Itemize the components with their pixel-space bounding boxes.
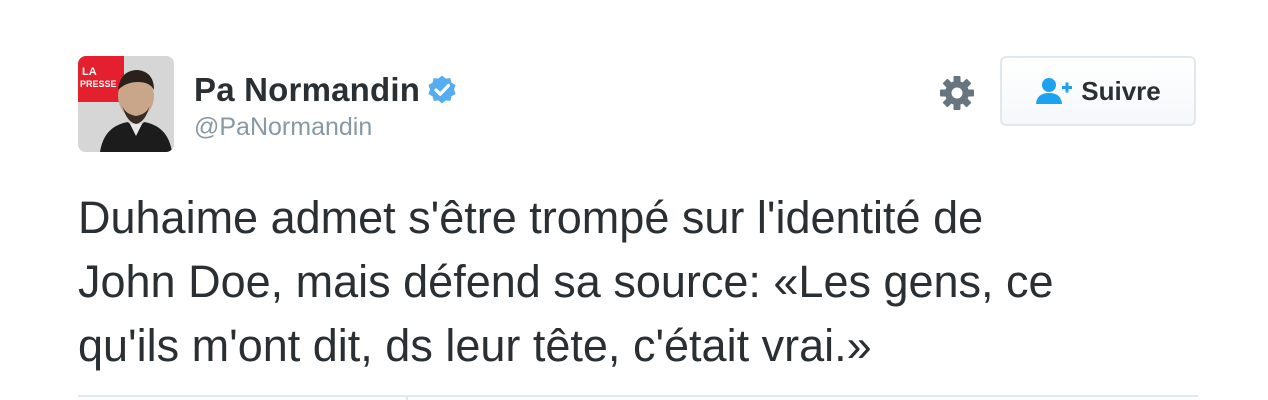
badge-text-line2: PRESSE (80, 79, 117, 89)
tweet-text: Duhaime admet s'être trompé sur l'identi… (78, 186, 1238, 378)
follow-button[interactable]: Suivre (1000, 56, 1196, 126)
tweet-text-line: qu'ils m'ont dit, ds leur tête, c'était … (78, 320, 872, 371)
verified-badge-icon (426, 74, 458, 106)
badge-text-line1: LA (82, 66, 97, 78)
tweet-text-line: John Doe, mais défend sa source: «Les ge… (78, 256, 1054, 307)
avatar-image: LA PRESSE (78, 56, 174, 152)
author-handle[interactable]: @PaNormandin (194, 113, 372, 142)
divider (78, 395, 1198, 397)
avatar[interactable]: LA PRESSE (78, 56, 174, 152)
follow-button-label: Suivre (1081, 75, 1161, 106)
tweet-text-line: Duhaime admet s'être trompé sur l'identi… (78, 192, 984, 243)
person-add-icon (1035, 76, 1073, 106)
tweet-card: LA PRESSE Pa Normandin @PaNormandin Suiv… (0, 0, 1268, 400)
gear-icon[interactable] (938, 74, 976, 112)
author-display-name[interactable]: Pa Normandin (194, 71, 420, 109)
author-name-row: Pa Normandin (194, 70, 458, 110)
divider-tick (406, 395, 408, 400)
